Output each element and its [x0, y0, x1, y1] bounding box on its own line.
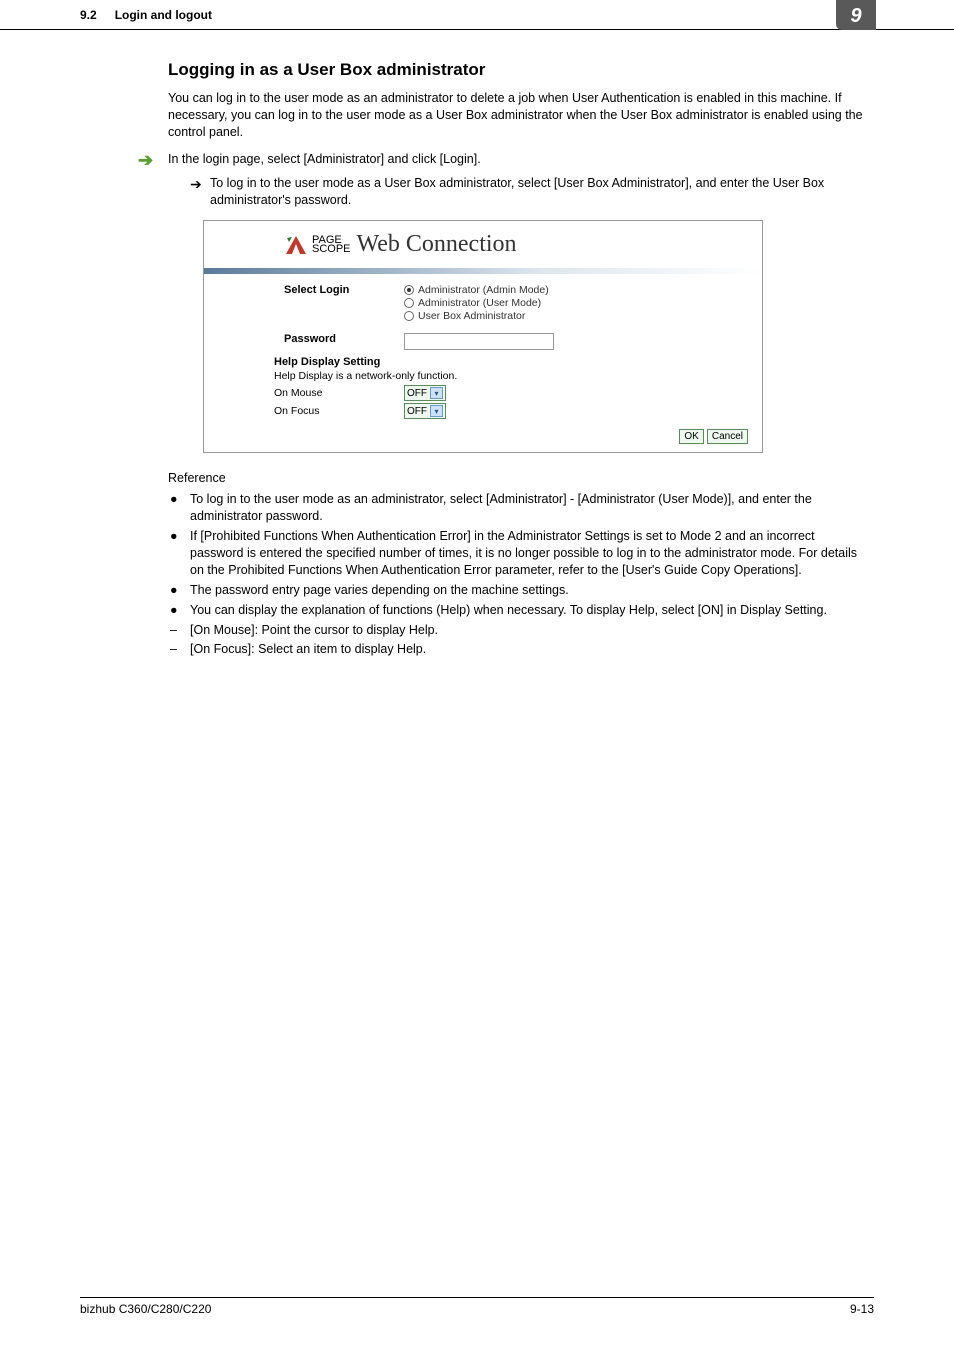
on-focus-row: On Focus OFF ▾	[274, 403, 754, 419]
bullet-icon: ●	[168, 491, 190, 508]
list-item: ●If [Prohibited Functions When Authentic…	[168, 528, 866, 579]
arrow-right-icon: ➔	[138, 151, 168, 169]
on-mouse-label: On Mouse	[274, 387, 404, 399]
radio-icon	[404, 298, 414, 308]
page-footer: bizhub C360/C280/C220 9-13	[80, 1297, 874, 1316]
footer-page-number: 9-13	[850, 1302, 874, 1316]
radio-label: User Box Administrator	[418, 310, 525, 322]
header-section-title: Login and logout	[115, 8, 212, 22]
on-focus-value: OFF	[407, 406, 427, 417]
divider-bar	[204, 268, 762, 274]
on-mouse-row: On Mouse OFF ▾	[274, 385, 754, 401]
intro-paragraph: You can log in to the user mode as an ad…	[168, 90, 866, 141]
chapter-tab: 9	[836, 0, 876, 30]
on-mouse-value: OFF	[407, 388, 427, 399]
bullet-icon: ●	[168, 528, 190, 545]
substep-text: To log in to the user mode as a User Box…	[210, 175, 866, 209]
step-text: In the login page, select [Administrator…	[168, 151, 866, 168]
on-focus-label: On Focus	[274, 405, 404, 417]
subref-text: [On Mouse]: Point the cursor to display …	[190, 622, 438, 639]
arrow-right-icon: ➔	[190, 175, 210, 193]
logo-webconnection-text: Web Connection	[357, 231, 517, 258]
radio-icon	[404, 285, 414, 295]
radio-icon	[404, 311, 414, 321]
dash-icon: –	[168, 641, 190, 658]
list-item: ●The password entry page varies dependin…	[168, 582, 866, 599]
reference-heading: Reference	[168, 471, 866, 485]
step-row: ➔ In the login page, select [Administrat…	[168, 151, 866, 169]
on-mouse-select[interactable]: OFF ▾	[404, 385, 446, 401]
button-row: OK Cancel	[244, 429, 754, 444]
radio-user-mode[interactable]: Administrator (User Mode)	[404, 297, 754, 309]
footer-model: bizhub C360/C280/C220	[80, 1302, 211, 1316]
page-header: 9.2 Login and logout	[0, 0, 954, 30]
select-login-row: Select Login Administrator (Admin Mode) …	[244, 284, 754, 323]
list-item: –[On Focus]: Select an item to display H…	[168, 641, 866, 658]
logo-row: PAGE SCOPE Web Connection	[284, 231, 754, 258]
help-display-title: Help Display Setting	[274, 356, 754, 368]
dash-icon: –	[168, 622, 190, 639]
chevron-down-icon: ▾	[430, 387, 443, 399]
pagescope-logo-icon	[284, 234, 308, 256]
substep-row: ➔ To log in to the user mode as a User B…	[190, 175, 866, 209]
subref-text: [On Focus]: Select an item to display He…	[190, 641, 426, 658]
password-row: Password	[244, 333, 754, 350]
on-focus-select[interactable]: OFF ▾	[404, 403, 446, 419]
ok-button[interactable]: OK	[679, 429, 703, 444]
select-login-options: Administrator (Admin Mode) Administrator…	[404, 284, 754, 323]
login-screenshot: PAGE SCOPE Web Connection Select Login A…	[203, 220, 763, 453]
list-item: –[On Mouse]: Point the cursor to display…	[168, 622, 866, 639]
logo-text: PAGE SCOPE	[312, 236, 351, 254]
radio-userbox-admin[interactable]: User Box Administrator	[404, 310, 754, 322]
password-label: Password	[244, 333, 404, 350]
password-input[interactable]	[404, 333, 554, 350]
list-item: ●You can display the explanation of func…	[168, 602, 866, 619]
ref-text: To log in to the user mode as an adminis…	[190, 491, 866, 525]
ref-text: The password entry page varies depending…	[190, 582, 569, 599]
help-display-section: Help Display Setting Help Display is a n…	[244, 356, 754, 419]
reference-list: ●To log in to the user mode as an admini…	[168, 491, 866, 658]
bullet-icon: ●	[168, 582, 190, 599]
select-login-label: Select Login	[244, 284, 404, 323]
help-display-note: Help Display is a network-only function.	[274, 370, 754, 382]
radio-label: Administrator (Admin Mode)	[418, 284, 549, 296]
ref-text: If [Prohibited Functions When Authentica…	[190, 528, 866, 579]
page-title: Logging in as a User Box administrator	[168, 60, 866, 80]
radio-admin-mode[interactable]: Administrator (Admin Mode)	[404, 284, 754, 296]
logo-scope-text: SCOPE	[312, 245, 351, 254]
bullet-icon: ●	[168, 602, 190, 619]
cancel-button[interactable]: Cancel	[707, 429, 748, 444]
radio-label: Administrator (User Mode)	[418, 297, 541, 309]
header-section-number: 9.2	[80, 8, 97, 22]
chevron-down-icon: ▾	[430, 405, 443, 417]
page-content: Logging in as a User Box administrator Y…	[0, 30, 954, 658]
ref-text: You can display the explanation of funct…	[190, 602, 827, 619]
list-item: ●To log in to the user mode as an admini…	[168, 491, 866, 525]
